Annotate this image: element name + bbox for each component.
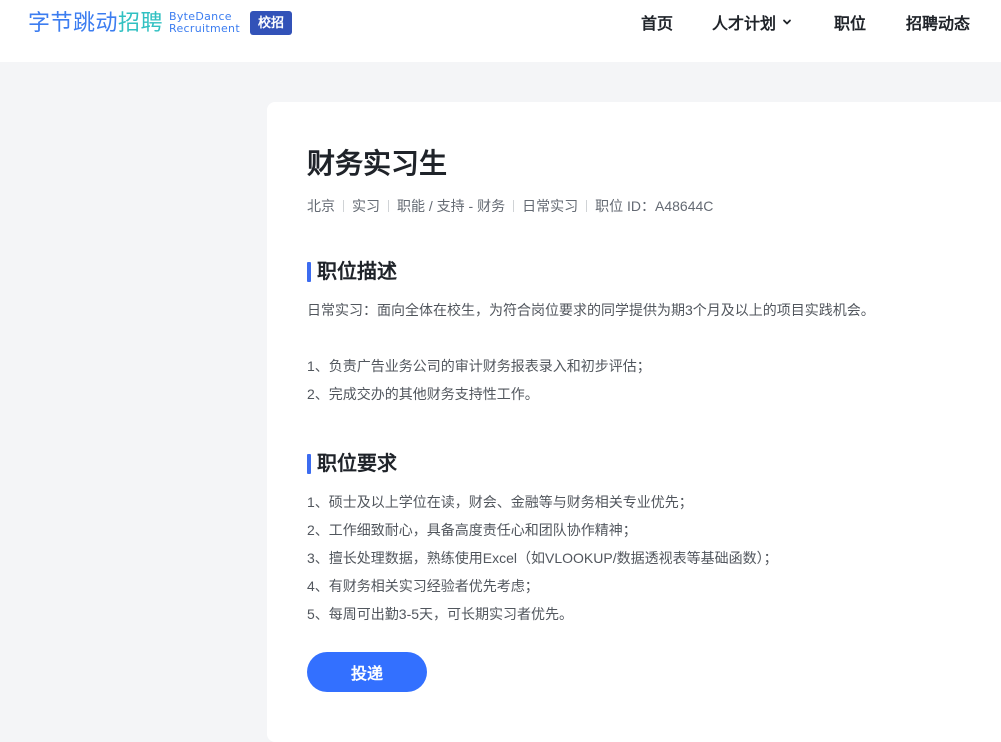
- job-id: 职位 ID：A48644C: [595, 198, 714, 214]
- job-type: 实习: [352, 198, 380, 214]
- requirement-item: 3、擅长处理数据，熟练使用Excel（如VLOOKUP/数据透视表等基础函数）；: [307, 550, 778, 566]
- meta-divider: [513, 200, 515, 212]
- job-title: 财务实习生: [307, 148, 448, 179]
- apply-button[interactable]: 投递: [307, 652, 427, 692]
- nav-talent-programs[interactable]: 人才计划: [712, 10, 792, 34]
- description-list: 1、负责广告业务公司的审计财务报表录入和初步评估； 2、完成交办的其他财务支持性…: [307, 352, 651, 408]
- requirement-item: 4、有财务相关实习经验者优先考虑；: [307, 578, 539, 594]
- meta-divider: [388, 200, 389, 212]
- nav-jobs[interactable]: 职位: [834, 10, 866, 34]
- section-heading-description: 职位描述: [307, 260, 397, 284]
- nav-news-label: 招聘动态: [906, 16, 971, 33]
- section-accent-bar: [307, 454, 311, 474]
- requirements-list: 1、硕士及以上学位在读，财会、金融等与财务相关专业优先； 2、工作细致耐心，具备…: [307, 488, 778, 628]
- job-detail-card: 财务实习生 北京 实习 职能 / 支持 - 财务 日常实习 职位 ID：A486…: [267, 102, 1001, 742]
- bytedance-recruitment-logo[interactable]: 字节跳动招聘 ByteDance Recruitment 校招: [28, 9, 292, 37]
- section-heading-requirements-label: 职位要求: [317, 453, 397, 475]
- job-meta: 北京 实习 职能 / 支持 - 财务 日常实习 职位 ID：A48644C: [307, 196, 713, 216]
- description-item: 2、完成交办的其他财务支持性工作。: [307, 386, 539, 402]
- meta-divider: [586, 200, 588, 212]
- section-heading-description-label: 职位描述: [317, 261, 397, 283]
- section-accent-bar: [307, 262, 311, 282]
- requirement-item: 1、硕士及以上学位在读，财会、金融等与财务相关专业优先；: [307, 494, 693, 510]
- logo-text-en: ByteDance Recruitment: [169, 11, 240, 35]
- top-header: 字节跳动招聘 ByteDance Recruitment 校招 首页 人才计划 …: [0, 0, 1001, 62]
- job-city: 北京: [307, 198, 335, 214]
- logo-en-line2: Recruitment: [169, 22, 240, 35]
- chevron-down-icon: [782, 17, 792, 27]
- nav-home-label: 首页: [641, 16, 674, 33]
- logo-text-cn: 字节跳动招聘: [28, 10, 164, 35]
- job-category: 职能 / 支持 - 财务: [397, 198, 506, 214]
- requirement-item: 5、每周可出勤3-5天，可长期实习者优先。: [307, 606, 574, 622]
- nav-talent-programs-label: 人才计划: [712, 16, 777, 33]
- campus-badge[interactable]: 校招: [249, 11, 292, 35]
- job-program: 日常实习: [522, 198, 579, 214]
- meta-divider: [343, 200, 344, 212]
- description-item: 1、负责广告业务公司的审计财务报表录入和初步评估；: [307, 358, 651, 374]
- nav-news[interactable]: 招聘动态: [906, 10, 970, 34]
- nav-home[interactable]: 首页: [641, 10, 673, 34]
- requirement-item: 2、工作细致耐心，具备高度责任心和团队协作精神；: [307, 522, 637, 538]
- nav-jobs-label: 职位: [834, 16, 867, 33]
- description-intro: 日常实习：面向全体在校生，为符合岗位要求的同学提供为期3个月及以上的项目实践机会…: [307, 302, 875, 318]
- section-heading-requirements: 职位要求: [307, 452, 397, 476]
